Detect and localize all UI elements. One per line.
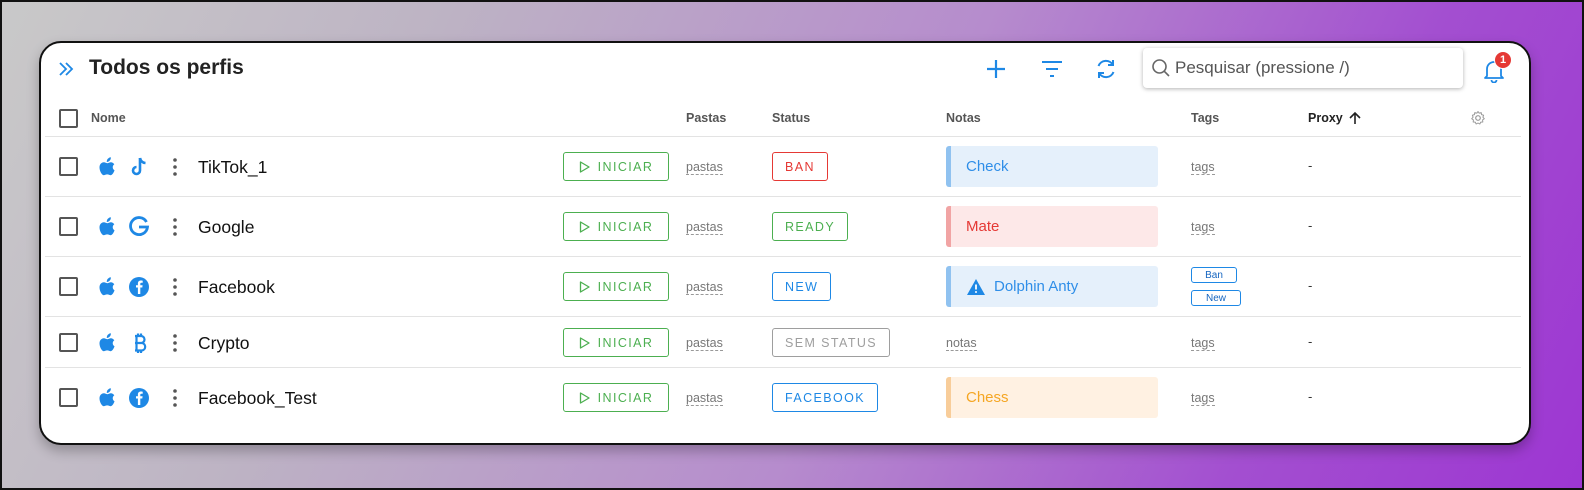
note-box[interactable]: Dolphin Anty [946,266,1158,307]
more-vertical-icon[interactable] [169,217,181,237]
profile-name[interactable]: TikTok_1 [198,157,267,178]
tags-field[interactable]: tags [1191,160,1215,175]
proxy-value: - [1308,218,1313,233]
search-icon [1152,59,1170,77]
search-box [1143,48,1463,88]
header: Todos os perfis 1 [41,43,1529,99]
row-checkbox[interactable] [59,157,78,176]
profile-name[interactable]: Facebook [198,277,275,298]
page-title: Todos os perfis [89,56,244,79]
table-header: Nome Pastas Status Notas Tags Proxy [45,99,1521,137]
column-header-notes[interactable]: Notas [946,111,981,125]
bitcoin-icon [135,333,147,353]
folders-field[interactable]: pastas [686,336,723,351]
row-checkbox[interactable] [59,388,78,407]
profiles-window: Todos os perfis 1 Nome [39,41,1531,445]
start-button-label: INICIAR [597,279,654,294]
apple-icon [99,388,115,407]
more-vertical-icon[interactable] [169,157,181,177]
row-checkbox[interactable] [59,333,78,352]
tags-field[interactable]: tags [1191,220,1215,235]
column-header-status[interactable]: Status [772,111,810,125]
status-badge[interactable]: SEM STATUS [772,328,891,357]
column-header-proxy[interactable]: Proxy [1308,111,1343,125]
tiktok-icon [131,157,146,176]
table-row[interactable]: Google INICIAR pastas READY Mate tags - [45,197,1521,257]
tags-field[interactable]: tags [1191,336,1215,351]
start-button-label: INICIAR [597,335,654,350]
table-row[interactable]: Crypto INICIAR pastas SEM STATUS notas t… [45,317,1521,368]
start-button[interactable]: INICIAR [563,383,669,412]
search-input[interactable] [1175,54,1455,82]
profile-name[interactable]: Google [198,217,254,238]
google-icon [129,216,150,236]
table-row[interactable]: Facebook INICIAR pastas NEW Dolphin Anty… [45,257,1521,317]
status-badge[interactable]: BAN [772,152,828,181]
start-button-label: INICIAR [597,390,654,405]
status-badge[interactable]: NEW [772,272,832,301]
start-button[interactable]: INICIAR [563,272,669,301]
play-icon [579,391,590,404]
note-box[interactable]: Chess [946,377,1158,418]
column-header-folders[interactable]: Pastas [686,111,726,125]
note-text: Mate [966,218,1000,235]
note-text: Check [966,158,1009,175]
play-icon [579,336,590,349]
notes-field[interactable]: notas [946,336,977,351]
note-text: Chess [966,389,1009,406]
folders-field[interactable]: pastas [686,391,723,406]
more-vertical-icon[interactable] [169,277,181,297]
profile-name[interactable]: Crypto [198,333,250,354]
tags-field[interactable]: tags [1191,391,1215,406]
folders-field[interactable]: pastas [686,220,723,235]
play-icon [579,160,590,173]
play-icon [579,280,590,293]
proxy-value: - [1308,389,1313,404]
filter-icon[interactable] [1039,56,1065,82]
table-row[interactable]: TikTok_1 INICIAR pastas BAN Check tags - [45,137,1521,197]
proxy-value: - [1308,278,1313,293]
warning-icon [967,278,985,295]
more-vertical-icon[interactable] [169,388,181,408]
folders-field[interactable]: pastas [686,280,723,295]
select-all-checkbox[interactable] [59,109,78,128]
start-button-label: INICIAR [597,219,654,234]
proxy-value: - [1308,158,1313,173]
note-box[interactable]: Mate [946,206,1158,247]
profiles-table: Nome Pastas Status Notas Tags Proxy TikT… [45,99,1521,428]
note-box[interactable]: Check [946,146,1158,187]
row-checkbox[interactable] [59,217,78,236]
tag-chip-new[interactable]: New [1191,290,1241,306]
note-text: Dolphin Anty [994,278,1079,295]
profile-name[interactable]: Facebook_Test [198,388,317,409]
notification-badge: 1 [1494,51,1512,69]
refresh-icon[interactable] [1093,56,1119,82]
start-button-label: INICIAR [597,159,654,174]
status-badge[interactable]: READY [772,212,849,241]
column-header-name[interactable]: Nome [91,111,126,125]
tag-chip-ban[interactable]: Ban [1191,267,1237,283]
status-badge[interactable]: FACEBOOK [772,383,878,412]
apple-icon [99,333,115,352]
play-icon [579,220,590,233]
start-button[interactable]: INICIAR [563,152,669,181]
start-button[interactable]: INICIAR [563,212,669,241]
apple-icon [99,217,115,236]
apple-icon [99,277,115,296]
facebook-icon [129,277,149,297]
double-chevron-right-icon[interactable] [57,59,77,79]
sort-ascending-icon[interactable] [1348,111,1362,125]
row-checkbox[interactable] [59,277,78,296]
gear-icon[interactable] [1470,110,1486,126]
start-button[interactable]: INICIAR [563,328,669,357]
facebook-icon [129,388,149,408]
more-vertical-icon[interactable] [169,333,181,353]
proxy-value: - [1308,334,1313,349]
apple-icon [99,157,115,176]
table-row[interactable]: Facebook_Test INICIAR pastas FACEBOOK Ch… [45,368,1521,428]
plus-icon[interactable] [983,56,1009,82]
folders-field[interactable]: pastas [686,160,723,175]
column-header-tags[interactable]: Tags [1191,111,1219,125]
